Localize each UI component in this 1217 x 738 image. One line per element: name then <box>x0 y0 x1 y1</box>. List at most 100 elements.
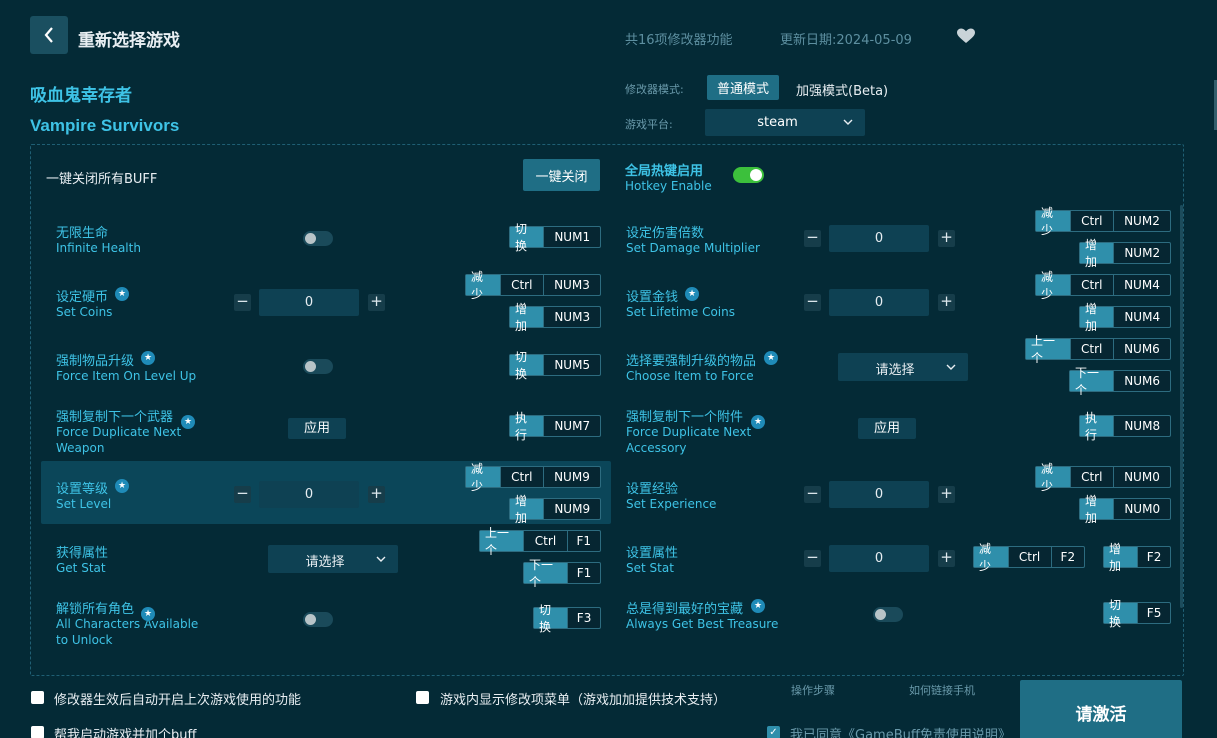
feature-10-hotkey-key: F1 <box>566 563 600 583</box>
feature-8-decrement[interactable]: − <box>234 486 251 503</box>
star-icon: ★ <box>751 415 765 429</box>
feature-1-hotkey-0[interactable]: 减少 Ctrl NUM2 <box>1035 206 1171 237</box>
feature-11-hotkey-1[interactable]: 增加 F2 <box>1103 542 1171 573</box>
feature-2-decrement[interactable]: − <box>234 294 251 311</box>
feature-8-increment[interactable]: + <box>368 486 385 503</box>
star-icon: ★ <box>764 351 778 365</box>
feature-13-hotkey-key: F5 <box>1137 603 1170 623</box>
heart-icon[interactable] <box>956 27 976 45</box>
feature-1-increment[interactable]: + <box>938 230 955 247</box>
feature-8-hotkey-key: Ctrl <box>499 467 543 487</box>
steps-link[interactable]: 操作步骤 <box>791 682 835 698</box>
feature-3-value[interactable]: 0 <box>829 289 929 316</box>
feature-5-hotkey-action: 下一个 <box>1070 366 1114 397</box>
feature-2-hotkey-0[interactable]: 减少 Ctrl NUM3 <box>465 270 601 301</box>
feature-5-title: 选择要强制升级的物品 <box>626 354 757 369</box>
feature-11-increment[interactable]: + <box>938 550 955 567</box>
agree-label[interactable]: 我已同意《GameBuff免责使用说明》 <box>790 724 1011 738</box>
feature-9-hotkey-0[interactable]: 减少 Ctrl NUM0 <box>1035 462 1171 493</box>
feature-11-hotkey-0[interactable]: 减少 Ctrl F2 <box>973 542 1085 573</box>
mode-normal-button[interactable]: 普通模式 <box>707 75 779 100</box>
feature-9-hotkey-action: 增加 <box>1080 494 1114 525</box>
feature-1-title: 设定伤害倍数 <box>626 226 705 241</box>
feature-10-select[interactable]: 请选择 <box>268 545 398 573</box>
feature-10-hotkey-key: F1 <box>566 531 600 551</box>
feature-3-decrement[interactable]: − <box>804 294 821 311</box>
phone-link[interactable]: 如何链接手机 <box>909 682 975 698</box>
feature-9-decrement[interactable]: − <box>804 486 821 503</box>
feature-9-title: 设置经验 <box>626 482 679 497</box>
feature-5-hotkey-0[interactable]: 上一个 Ctrl NUM6 <box>1025 334 1171 365</box>
feature-10-hotkey-key: Ctrl <box>523 531 566 551</box>
feature-2-increment[interactable]: + <box>368 294 385 311</box>
feature-9-increment[interactable]: + <box>938 486 955 503</box>
feature-2-hotkey-1[interactable]: 增加 NUM3 <box>509 302 601 333</box>
feature-3-hotkey-0[interactable]: 减少 Ctrl NUM4 <box>1035 270 1171 301</box>
platform-label: 游戏平台: <box>625 118 673 131</box>
feature-5-hotkey-key: NUM6 <box>1113 371 1170 391</box>
feature-13-toggle[interactable] <box>873 607 903 622</box>
feature-11-hotkey-action: 增加 <box>1104 542 1138 573</box>
star-icon: ★ <box>751 599 765 613</box>
feature-4-toggle[interactable] <box>303 359 333 374</box>
feature-3-title: 设置金钱 <box>626 290 679 305</box>
feature-7-apply-button[interactable]: 应用 <box>858 418 916 439</box>
feature-8-hotkey-action: 增加 <box>510 494 544 525</box>
feature-3-hotkey-1[interactable]: 增加 NUM4 <box>1079 302 1171 333</box>
feature-12-hotkey-key: F3 <box>567 608 600 628</box>
feature-12-toggle[interactable] <box>303 612 333 627</box>
feature-2-value[interactable]: 0 <box>259 289 359 316</box>
feature-11-hotkey-key: Ctrl <box>1007 547 1051 567</box>
feature-6-hotkey-0[interactable]: 执行 NUM7 <box>509 411 601 442</box>
feature-11-value[interactable]: 0 <box>829 545 929 572</box>
feature-1-value[interactable]: 0 <box>829 225 929 252</box>
feature-7-hotkey-key: NUM8 <box>1113 416 1170 436</box>
feature-3-hotkey-key: NUM4 <box>1112 275 1170 295</box>
feature-0-toggle[interactable] <box>303 231 333 246</box>
feature-6-apply-button[interactable]: 应用 <box>288 418 346 439</box>
feature-12-subtitle: All Characters Available to Unlock <box>56 617 199 647</box>
feature-9-hotkey-1[interactable]: 增加 NUM0 <box>1079 494 1171 525</box>
feature-8-hotkey-0[interactable]: 减少 Ctrl NUM9 <box>465 462 601 493</box>
activate-button[interactable]: 请激活 <box>1020 680 1182 738</box>
feature-2-title: 设定硬币 <box>56 290 109 305</box>
feature-5-hotkey-action: 上一个 <box>1026 334 1070 365</box>
feature-8-title: 设置等级 <box>56 482 109 497</box>
feature-11-decrement[interactable]: − <box>804 550 821 567</box>
feature-1-hotkey-key: NUM2 <box>1113 243 1170 263</box>
feature-10-hotkey-0[interactable]: 上一个 Ctrl F1 <box>479 526 601 557</box>
feature-0-hotkey-0[interactable]: 切换 NUM1 <box>509 222 601 253</box>
feature-8-value[interactable]: 0 <box>259 481 359 508</box>
feature-1-decrement[interactable]: − <box>804 230 821 247</box>
feature-1-hotkey-1[interactable]: 增加 NUM2 <box>1079 238 1171 269</box>
feature-12-title: 解锁所有角色 <box>56 602 135 617</box>
feature-0-title: 无限生命 <box>56 226 109 241</box>
feature-4-hotkey-0[interactable]: 切换 NUM5 <box>509 350 601 381</box>
feature-9-value[interactable]: 0 <box>829 481 929 508</box>
feature-5-hotkey-key: Ctrl <box>1069 339 1113 359</box>
feature-9-hotkey-key: NUM0 <box>1112 467 1170 487</box>
feature-4-hotkey-action: 切换 <box>510 350 544 381</box>
platform-select[interactable]: steam <box>705 109 865 136</box>
back-button[interactable] <box>30 16 68 54</box>
feature-8-hotkey-1[interactable]: 增加 NUM9 <box>509 494 601 525</box>
feature-12-hotkey-0[interactable]: 切换 F3 <box>533 603 601 634</box>
feature-3-increment[interactable]: + <box>938 294 955 311</box>
feature-10-hotkey-1[interactable]: 下一个 F1 <box>523 558 601 589</box>
feature-5-select-value: 请选择 <box>875 363 915 378</box>
chevron-down-icon <box>376 556 386 562</box>
feature-7-hotkey-0[interactable]: 执行 NUM8 <box>1079 411 1171 442</box>
launch-buff-checkbox[interactable] <box>31 726 44 738</box>
feature-3-hotkey-key: Ctrl <box>1069 275 1113 295</box>
close-all-button[interactable]: 一键关闭 <box>523 159 600 191</box>
mode-strong-button[interactable]: 加强模式(Beta) <box>796 80 888 99</box>
feature-9-hotkey-key: NUM0 <box>1113 499 1170 519</box>
hotkey-enable-toggle[interactable] <box>733 167 764 183</box>
feature-13-hotkey-0[interactable]: 切换 F5 <box>1103 598 1171 629</box>
scrollbar[interactable] <box>1180 205 1183 608</box>
ingame-menu-checkbox[interactable] <box>416 691 429 704</box>
auto-enable-checkbox[interactable] <box>31 691 44 704</box>
feature-5-hotkey-1[interactable]: 下一个 NUM6 <box>1069 366 1171 397</box>
feature-5-select[interactable]: 请选择 <box>838 353 968 381</box>
agree-checkbox[interactable]: ✓ <box>767 726 780 738</box>
